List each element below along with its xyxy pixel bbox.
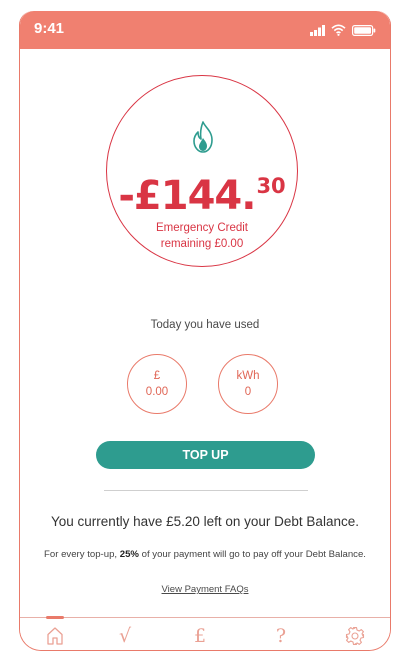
active-tab-indicator bbox=[46, 616, 64, 619]
usage-icon: √ bbox=[118, 625, 132, 647]
tab-usage[interactable]: √ bbox=[110, 624, 140, 648]
divider bbox=[104, 490, 308, 491]
status-icons bbox=[310, 23, 376, 37]
usage-energy-value: 0 bbox=[244, 386, 252, 398]
payment-faqs-link[interactable]: View Payment FAQs bbox=[20, 584, 390, 595]
tab-settings[interactable] bbox=[340, 624, 370, 648]
balance-amount-main: -£144. bbox=[118, 173, 256, 219]
wifi-icon bbox=[331, 24, 346, 36]
help-icon: ? bbox=[275, 625, 287, 647]
phone-screen: 9:41 -£144.30 Emergency Credit remaining… bbox=[19, 11, 391, 651]
emergency-credit-label: Emergency Credit remaining £0.00 bbox=[107, 220, 297, 252]
balance-amount: -£144.30 bbox=[107, 166, 297, 216]
bottom-tab-bar: √ £ ? bbox=[20, 616, 390, 650]
signal-icon bbox=[310, 24, 325, 36]
settings-icon bbox=[345, 626, 365, 646]
usage-cost-unit: £ bbox=[153, 370, 161, 382]
emergency-credit-line1: Emergency Credit bbox=[155, 222, 249, 234]
balance-circle: -£144.30 Emergency Credit remaining £0.0… bbox=[106, 75, 298, 267]
debt-balance-message: You currently have £5.20 left on your De… bbox=[51, 514, 359, 529]
battery-icon bbox=[352, 24, 376, 36]
debt-share-suffix: of your payment will go to pay off your … bbox=[141, 549, 366, 560]
tab-help[interactable]: ? bbox=[266, 624, 296, 648]
tab-home[interactable] bbox=[40, 624, 70, 648]
status-time: 9:41 bbox=[34, 20, 65, 37]
usage-cost-circle: £ 0.00 bbox=[127, 354, 187, 414]
emergency-credit-line2: remaining £0.00 bbox=[160, 238, 244, 250]
usage-energy-unit: kWh bbox=[236, 370, 260, 382]
flame-icon bbox=[193, 121, 213, 153]
usage-energy-circle: kWh 0 bbox=[218, 354, 278, 414]
usage-cost-value: 0.00 bbox=[145, 386, 169, 398]
debt-share-text: For every top-up, 25% of your payment wi… bbox=[20, 549, 390, 560]
tab-payments[interactable]: £ bbox=[185, 624, 215, 648]
debt-share-prefix: For every top-up, bbox=[44, 549, 118, 560]
top-up-button[interactable]: TOP UP bbox=[96, 441, 315, 469]
debt-share-percent: 25% bbox=[119, 549, 139, 560]
status-bar: 9:41 bbox=[20, 11, 390, 49]
payments-icon: £ bbox=[193, 625, 207, 647]
home-icon bbox=[47, 627, 63, 645]
usage-heading: Today you have used bbox=[150, 319, 260, 331]
balance-amount-cents: 30 bbox=[256, 174, 286, 198]
